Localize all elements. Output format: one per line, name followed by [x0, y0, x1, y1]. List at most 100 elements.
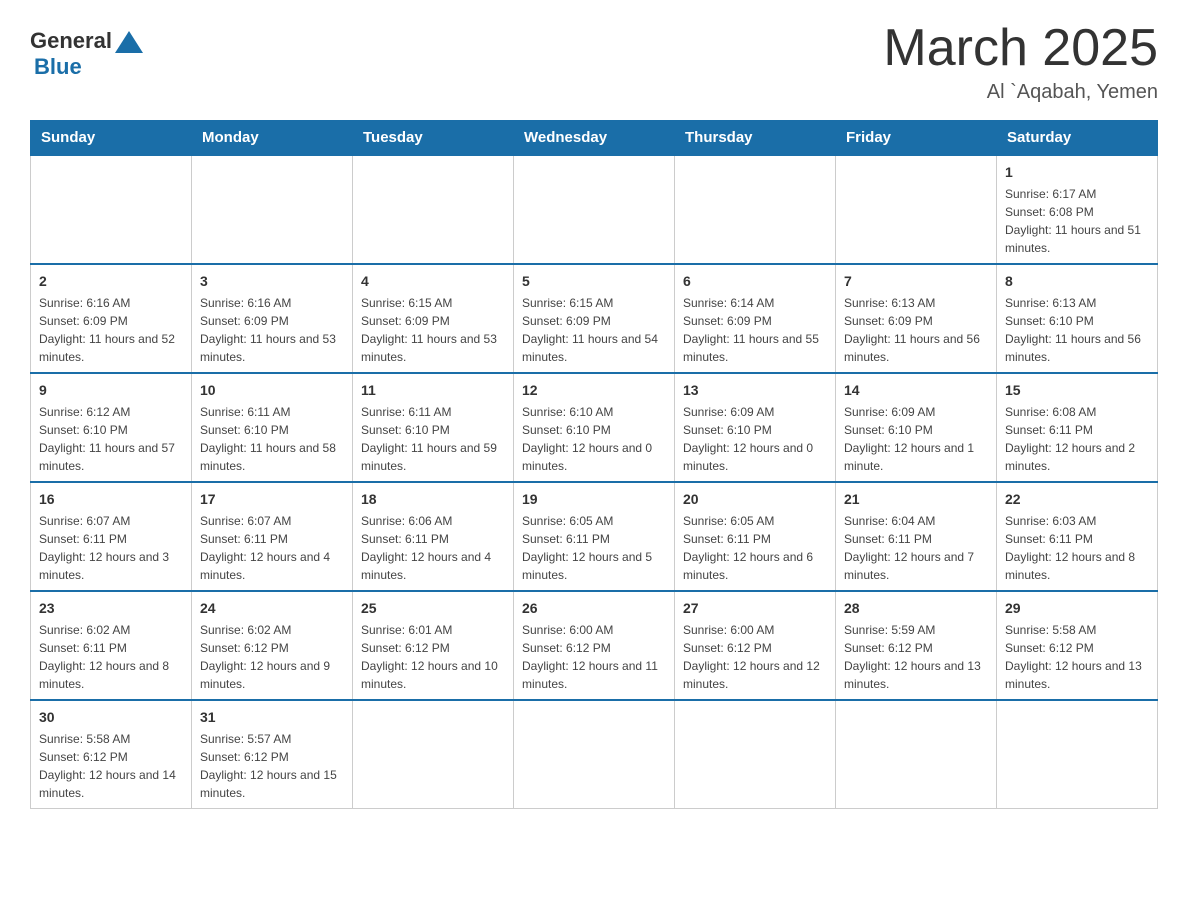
day-info: Sunrise: 6:00 AM Sunset: 6:12 PM Dayligh… — [683, 621, 827, 693]
title-block: March 2025 Al `Aqabah, Yemen — [883, 20, 1158, 104]
calendar-week-row: 16Sunrise: 6:07 AM Sunset: 6:11 PM Dayli… — [31, 482, 1158, 591]
day-info: Sunrise: 6:10 AM Sunset: 6:10 PM Dayligh… — [522, 403, 666, 475]
calendar-cell: 31Sunrise: 5:57 AM Sunset: 6:12 PM Dayli… — [192, 700, 353, 809]
calendar-cell: 29Sunrise: 5:58 AM Sunset: 6:12 PM Dayli… — [997, 591, 1158, 700]
calendar-cell: 5Sunrise: 6:15 AM Sunset: 6:09 PM Daylig… — [514, 264, 675, 373]
logo-general-text: General — [30, 28, 112, 54]
day-number: 12 — [522, 380, 666, 401]
calendar-cell — [836, 155, 997, 264]
calendar-table: SundayMondayTuesdayWednesdayThursdayFrid… — [30, 120, 1158, 809]
day-info: Sunrise: 6:05 AM Sunset: 6:11 PM Dayligh… — [522, 512, 666, 584]
logo-triangle-icon — [115, 31, 143, 53]
page-header: General Blue March 2025 Al `Aqabah, Yeme… — [30, 20, 1158, 104]
day-info: Sunrise: 5:58 AM Sunset: 6:12 PM Dayligh… — [39, 730, 183, 802]
calendar-cell: 20Sunrise: 6:05 AM Sunset: 6:11 PM Dayli… — [675, 482, 836, 591]
day-number: 10 — [200, 380, 344, 401]
calendar-week-row: 2 Sunrise: 6:16 AM Sunset: 6:09 PM Daylig… — [31, 264, 1158, 373]
day-number: 27 — [683, 598, 827, 619]
day-number: 20 — [683, 489, 827, 510]
calendar-cell: 15Sunrise: 6:08 AM Sunset: 6:11 PM Dayli… — [997, 373, 1158, 482]
day-info: Sunrise: 6:17 AM Sunset: 6:08 PM Dayligh… — [1005, 185, 1149, 257]
day-number: 18 — [361, 489, 505, 510]
day-info: Sunrise: 5:57 AM Sunset: 6:12 PM Dayligh… — [200, 730, 344, 802]
calendar-cell: 26Sunrise: 6:00 AM Sunset: 6:12 PM Dayli… — [514, 591, 675, 700]
day-info: Sunrise: 6:08 AM Sunset: 6:11 PM Dayligh… — [1005, 403, 1149, 475]
day-number: 29 — [1005, 598, 1149, 619]
day-number: 28 — [844, 598, 988, 619]
day-info: Sunrise: 6:09 AM Sunset: 6:10 PM Dayligh… — [683, 403, 827, 475]
day-number: 25 — [361, 598, 505, 619]
calendar-cell: 1Sunrise: 6:17 AM Sunset: 6:08 PM Daylig… — [997, 155, 1158, 264]
calendar-cell: 16Sunrise: 6:07 AM Sunset: 6:11 PM Dayli… — [31, 482, 192, 591]
day-info: Sunrise: 6:13 AM Sunset: 6:09 PM Dayligh… — [844, 294, 988, 366]
day-info: Sunrise: 6:11 AM Sunset: 6:10 PM Dayligh… — [200, 403, 344, 475]
weekday-header-tuesday: Tuesday — [353, 121, 514, 156]
calendar-cell: 21Sunrise: 6:04 AM Sunset: 6:11 PM Dayli… — [836, 482, 997, 591]
day-number: 5 — [522, 271, 666, 292]
day-info: Sunrise: 6:00 AM Sunset: 6:12 PM Dayligh… — [522, 621, 666, 693]
calendar-cell — [675, 700, 836, 809]
day-number: 2 — [39, 271, 183, 292]
day-number: 19 — [522, 489, 666, 510]
day-info: Sunrise: 6:07 AM Sunset: 6:11 PM Dayligh… — [200, 512, 344, 584]
logo: General Blue — [30, 28, 143, 80]
day-number: 7 — [844, 271, 988, 292]
day-number: 17 — [200, 489, 344, 510]
calendar-cell: 4Sunrise: 6:15 AM Sunset: 6:09 PM Daylig… — [353, 264, 514, 373]
day-info: Sunrise: 6:09 AM Sunset: 6:10 PM Dayligh… — [844, 403, 988, 475]
day-info: Sunrise: 6:06 AM Sunset: 6:11 PM Dayligh… — [361, 512, 505, 584]
calendar-cell: 24Sunrise: 6:02 AM Sunset: 6:12 PM Dayli… — [192, 591, 353, 700]
calendar-cell: 18Sunrise: 6:06 AM Sunset: 6:11 PM Dayli… — [353, 482, 514, 591]
day-number: 8 — [1005, 271, 1149, 292]
calendar-cell: 28Sunrise: 5:59 AM Sunset: 6:12 PM Dayli… — [836, 591, 997, 700]
day-info: Sunrise: 6:12 AM Sunset: 6:10 PM Dayligh… — [39, 403, 183, 475]
calendar-cell: 7Sunrise: 6:13 AM Sunset: 6:09 PM Daylig… — [836, 264, 997, 373]
weekday-header-wednesday: Wednesday — [514, 121, 675, 156]
calendar-header-row: SundayMondayTuesdayWednesdayThursdayFrid… — [31, 121, 1158, 156]
calendar-cell — [192, 155, 353, 264]
day-number: 16 — [39, 489, 183, 510]
calendar-cell: 11Sunrise: 6:11 AM Sunset: 6:10 PM Dayli… — [353, 373, 514, 482]
day-number: 26 — [522, 598, 666, 619]
day-number: 30 — [39, 707, 183, 728]
day-info: Sunrise: 6:07 AM Sunset: 6:11 PM Dayligh… — [39, 512, 183, 584]
calendar-cell: 2Sunrise: 6:16 AM Sunset: 6:09 PM Daylig… — [31, 264, 192, 373]
calendar-cell: 22Sunrise: 6:03 AM Sunset: 6:11 PM Dayli… — [997, 482, 1158, 591]
calendar-cell — [514, 155, 675, 264]
calendar-cell: 30Sunrise: 5:58 AM Sunset: 6:12 PM Dayli… — [31, 700, 192, 809]
day-info: Sunrise: 6:15 AM Sunset: 6:09 PM Dayligh… — [361, 294, 505, 366]
calendar-cell: 23Sunrise: 6:02 AM Sunset: 6:11 PM Dayli… — [31, 591, 192, 700]
calendar-cell: 12Sunrise: 6:10 AM Sunset: 6:10 PM Dayli… — [514, 373, 675, 482]
day-number: 13 — [683, 380, 827, 401]
calendar-week-row: 23Sunrise: 6:02 AM Sunset: 6:11 PM Dayli… — [31, 591, 1158, 700]
day-info: Sunrise: 6:13 AM Sunset: 6:10 PM Dayligh… — [1005, 294, 1149, 366]
day-info: Sunrise: 6:15 AM Sunset: 6:09 PM Dayligh… — [522, 294, 666, 366]
calendar-cell: 3Sunrise: 6:16 AM Sunset: 6:09 PM Daylig… — [192, 264, 353, 373]
day-number: 3 — [200, 271, 344, 292]
day-number: 31 — [200, 707, 344, 728]
weekday-header-saturday: Saturday — [997, 121, 1158, 156]
page-title: March 2025 — [883, 20, 1158, 77]
weekday-header-thursday: Thursday — [675, 121, 836, 156]
day-number: 22 — [1005, 489, 1149, 510]
day-number: 14 — [844, 380, 988, 401]
weekday-header-monday: Monday — [192, 121, 353, 156]
calendar-cell: 14Sunrise: 6:09 AM Sunset: 6:10 PM Dayli… — [836, 373, 997, 482]
weekday-header-friday: Friday — [836, 121, 997, 156]
day-number: 1 — [1005, 162, 1149, 183]
calendar-week-row: 1Sunrise: 6:17 AM Sunset: 6:08 PM Daylig… — [31, 155, 1158, 264]
day-number: 23 — [39, 598, 183, 619]
calendar-cell: 27Sunrise: 6:00 AM Sunset: 6:12 PM Dayli… — [675, 591, 836, 700]
calendar-cell: 19Sunrise: 6:05 AM Sunset: 6:11 PM Dayli… — [514, 482, 675, 591]
day-number: 6 — [683, 271, 827, 292]
calendar-cell: 9Sunrise: 6:12 AM Sunset: 6:10 PM Daylig… — [31, 373, 192, 482]
day-number: 9 — [39, 380, 183, 401]
day-info: Sunrise: 5:59 AM Sunset: 6:12 PM Dayligh… — [844, 621, 988, 693]
page-subtitle: Al `Aqabah, Yemen — [883, 81, 1158, 104]
calendar-cell — [353, 700, 514, 809]
day-info: Sunrise: 6:02 AM Sunset: 6:11 PM Dayligh… — [39, 621, 183, 693]
weekday-header-sunday: Sunday — [31, 121, 192, 156]
day-info: Sunrise: 6:16 AM Sunset: 6:09 PM Dayligh… — [200, 294, 344, 366]
day-info: Sunrise: 6:11 AM Sunset: 6:10 PM Dayligh… — [361, 403, 505, 475]
calendar-cell — [675, 155, 836, 264]
